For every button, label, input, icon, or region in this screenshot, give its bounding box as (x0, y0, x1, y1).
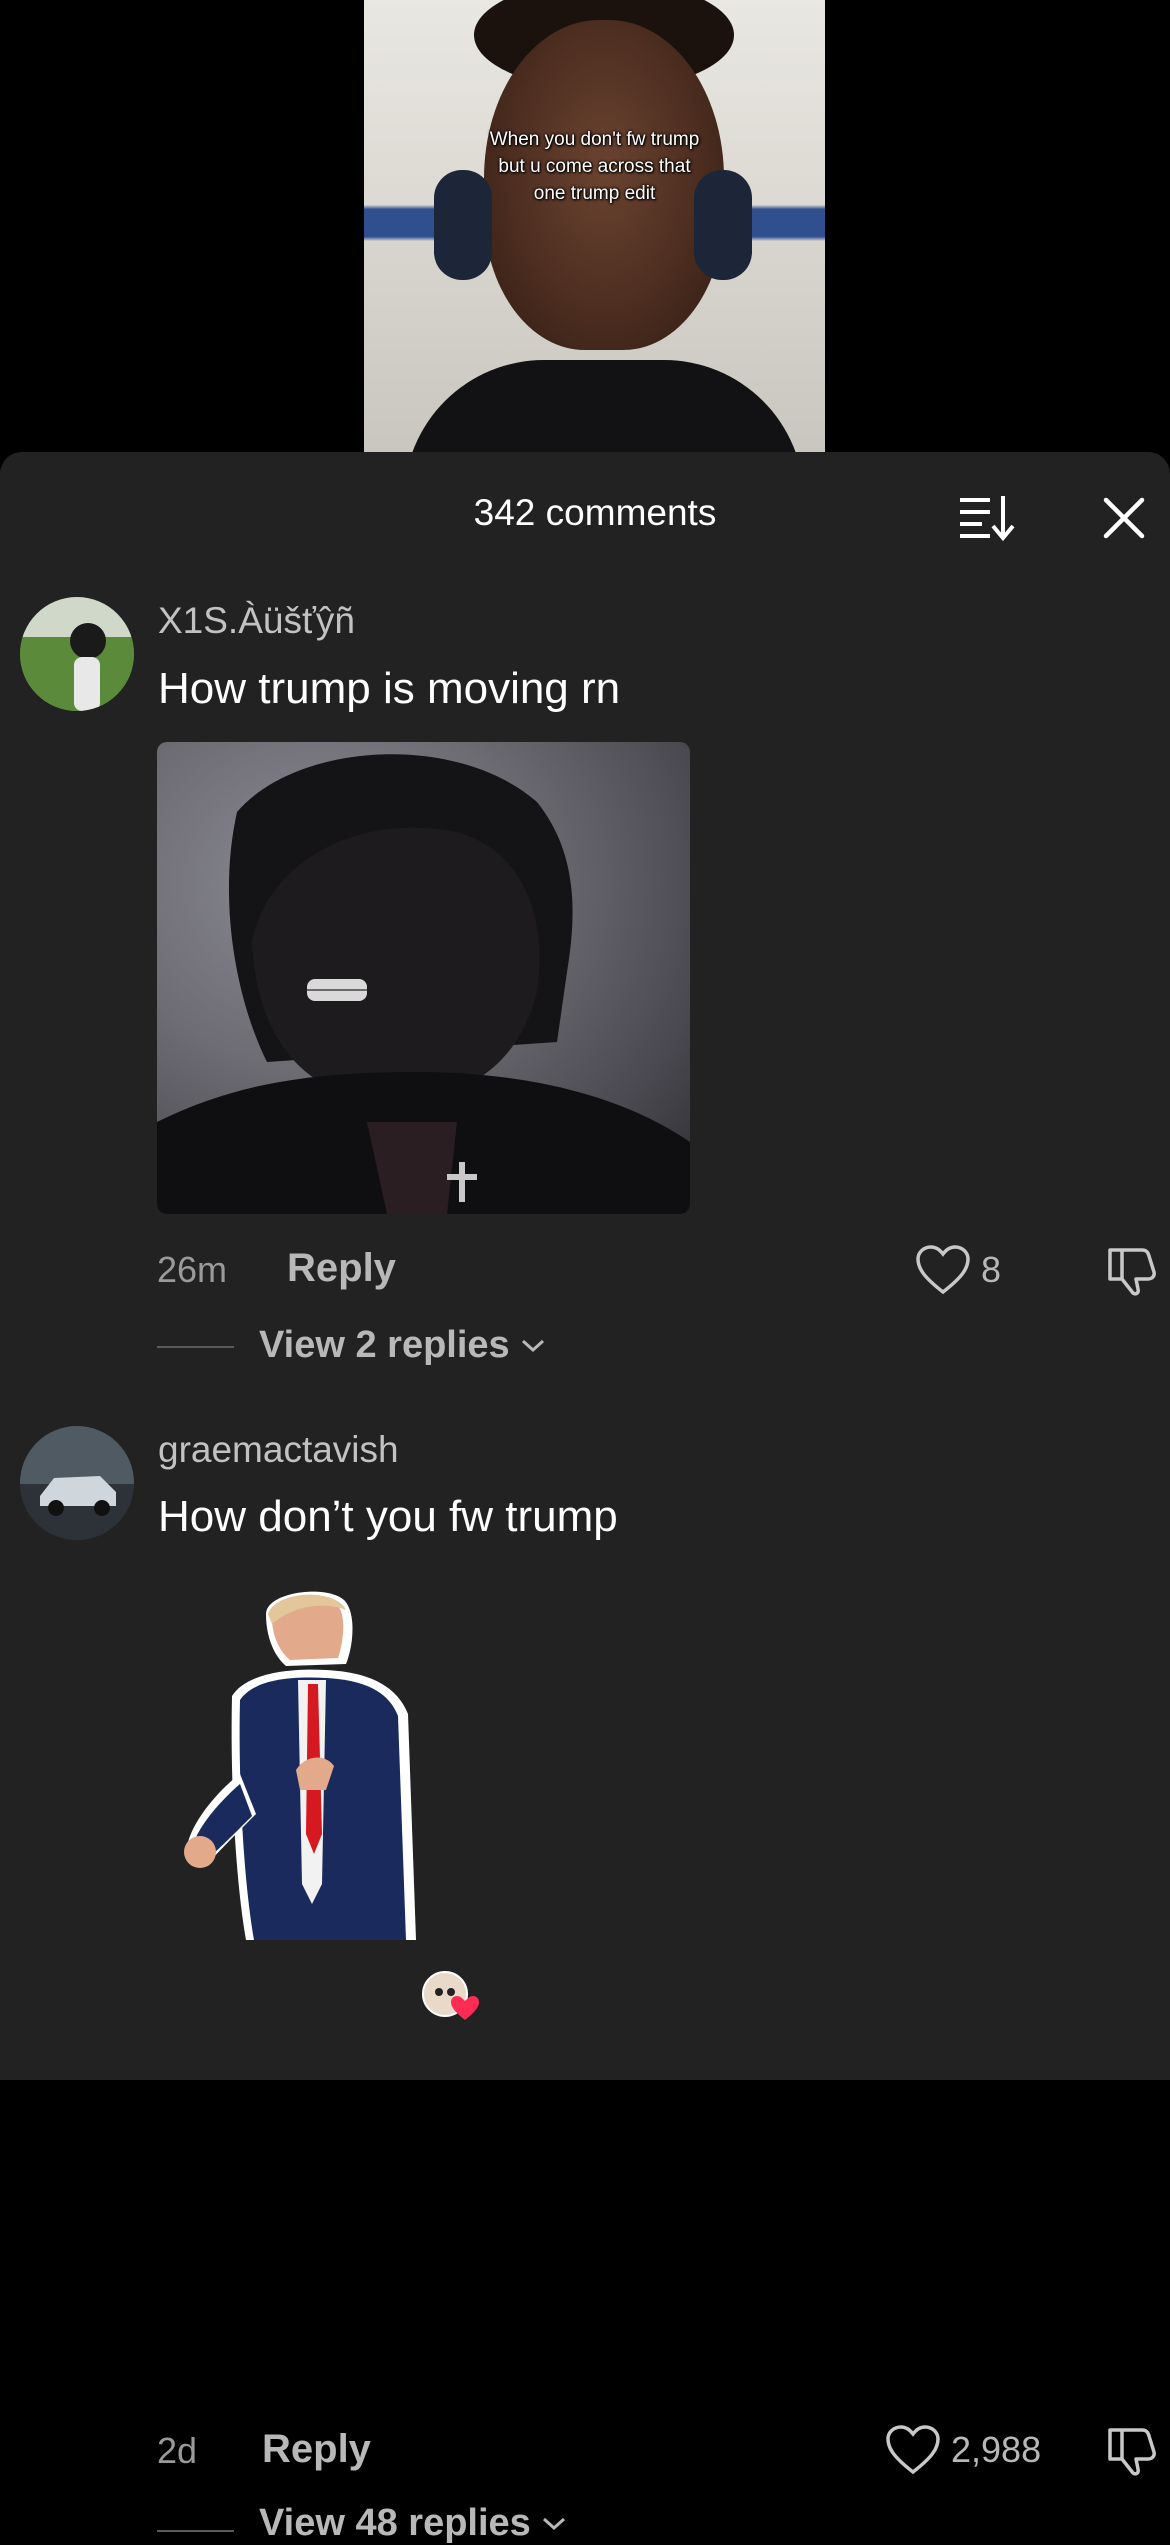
video-player[interactable]: When you don't fw trump but u come acros… (0, 0, 1170, 455)
comments-sheet: 342 comments X1S.Àüšťŷñ How trump is mov… (0, 452, 1170, 2544)
video-caption: When you don't fw trump but u come acros… (364, 126, 825, 207)
comment-username[interactable]: X1S.Àüšťŷñ (158, 600, 355, 642)
video-caption-line-2: but u come across that (498, 156, 691, 177)
comment-time: 26m (157, 1249, 228, 1290)
view-replies-button[interactable]: View 48 replies (259, 2502, 569, 2545)
dislike-icon[interactable] (1104, 2422, 1160, 2478)
avatar-figure-icon (20, 597, 134, 711)
chevron-down-icon (542, 2517, 565, 2530)
comment-time: 2d (157, 2430, 198, 2471)
heart-icon (886, 2425, 940, 2475)
avatar[interactable] (20, 1426, 134, 1540)
close-icon[interactable] (1100, 494, 1148, 542)
view-replies-label: View 48 replies (259, 2502, 531, 2544)
reply-button[interactable]: Reply (287, 1246, 396, 1291)
comment-text: How don’t you fw trump (158, 1492, 618, 1541)
avatar[interactable] (20, 597, 134, 711)
dark-portrait-image (157, 754, 690, 1214)
reply-button[interactable]: Reply (262, 2427, 371, 2472)
heart-icon (916, 1245, 970, 1295)
trump-sticker-figure (184, 1591, 416, 1940)
video-caption-line-1: When you don't fw trump (489, 129, 700, 150)
comment-username[interactable]: graemactavish (158, 1429, 399, 1471)
chevron-down-icon (521, 1339, 544, 1352)
creator-liked-icon (422, 1971, 479, 2020)
replies-divider (157, 2530, 234, 2532)
view-replies-button[interactable]: View 2 replies (259, 1324, 548, 1367)
like-count: 2,988 (951, 2429, 1042, 2470)
like-button[interactable]: 2,988 (885, 2422, 1041, 2478)
video-caption-line-3: one trump edit (533, 183, 656, 204)
replies-divider (157, 1346, 234, 1348)
comments-header: 342 comments (0, 452, 1170, 572)
like-count: 8 (981, 1249, 1002, 1290)
video-subject-hoodie (404, 360, 804, 455)
view-replies-label: View 2 replies (259, 1324, 510, 1366)
comment-text: How trump is moving rn (158, 664, 621, 713)
comment-image[interactable] (157, 742, 690, 1214)
video-thumbnail[interactable]: When you don't fw trump but u come acros… (364, 0, 825, 455)
dislike-icon[interactable] (1104, 1242, 1160, 1298)
avatar-car-icon (20, 1426, 134, 1540)
comment-sticker[interactable] (176, 1584, 476, 1940)
sort-icon[interactable] (958, 492, 1018, 542)
like-button[interactable]: 8 (915, 1242, 1001, 1298)
